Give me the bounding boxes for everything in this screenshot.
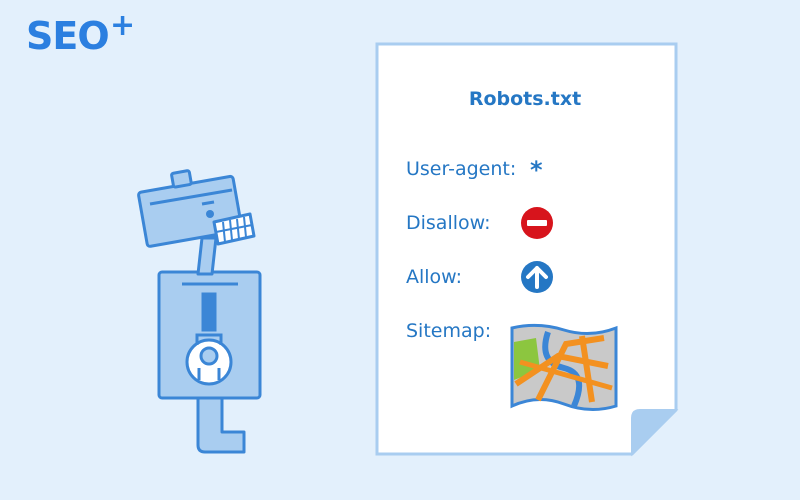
user-agent-label: User-agent: — [406, 158, 517, 180]
no-entry-icon — [521, 207, 553, 239]
allow-label: Allow: — [406, 266, 463, 288]
user-agent-value: * — [530, 156, 543, 184]
disallow-label: Disallow: — [406, 212, 491, 234]
up-arrow-icon — [521, 261, 553, 293]
robots-txt-document — [375, 42, 679, 457]
document-title: Robots.txt — [468, 88, 582, 110]
sitemap-label: Sitemap: — [406, 320, 492, 342]
map-icon — [510, 323, 618, 411]
